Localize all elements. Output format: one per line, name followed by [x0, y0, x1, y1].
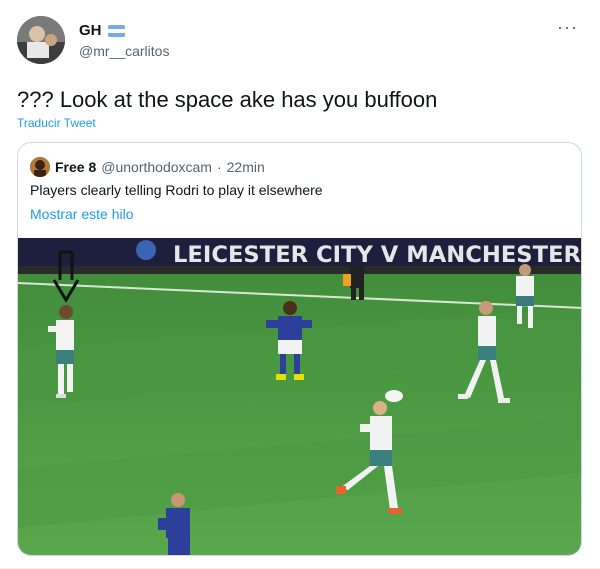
user-name-row: GH	[79, 22, 125, 39]
argentina-flag-icon	[107, 24, 125, 37]
display-name[interactable]: GH	[79, 22, 102, 39]
ad-board-text: LEICESTER CITY V MANCHESTER	[173, 243, 581, 268]
more-options-icon[interactable]: ···	[557, 17, 578, 38]
tweet: GH @mr__carlitos ··· ??? Look at the spa…	[0, 0, 600, 569]
football	[385, 390, 403, 402]
quoted-tweet[interactable]: Free 8 @unorthodoxcam · 22min Players cl…	[17, 142, 582, 556]
separator-dot: ·	[216, 159, 222, 175]
user-handle[interactable]: @mr__carlitos	[79, 43, 169, 59]
quoted-tweet-header: Free 8 @unorthodoxcam · 22min	[30, 157, 265, 177]
quoted-user-avatar[interactable]	[30, 157, 50, 177]
show-thread-link[interactable]: Mostrar este hilo	[30, 206, 133, 222]
translate-tweet-link[interactable]: Traducir Tweet	[17, 116, 96, 130]
quoted-tweet-text: Players clearly telling Rodri to play it…	[30, 182, 323, 198]
quoted-handle[interactable]: @unorthodoxcam	[101, 159, 212, 175]
tweet-text: ??? Look at the space ake has you buffoo…	[17, 87, 438, 112]
quoted-timestamp[interactable]: 22min	[227, 159, 265, 175]
user-avatar[interactable]	[17, 16, 65, 64]
match-video-still[interactable]: LEICESTER CITY V MANCHESTER	[18, 238, 581, 555]
quoted-display-name[interactable]: Free 8	[55, 159, 96, 175]
